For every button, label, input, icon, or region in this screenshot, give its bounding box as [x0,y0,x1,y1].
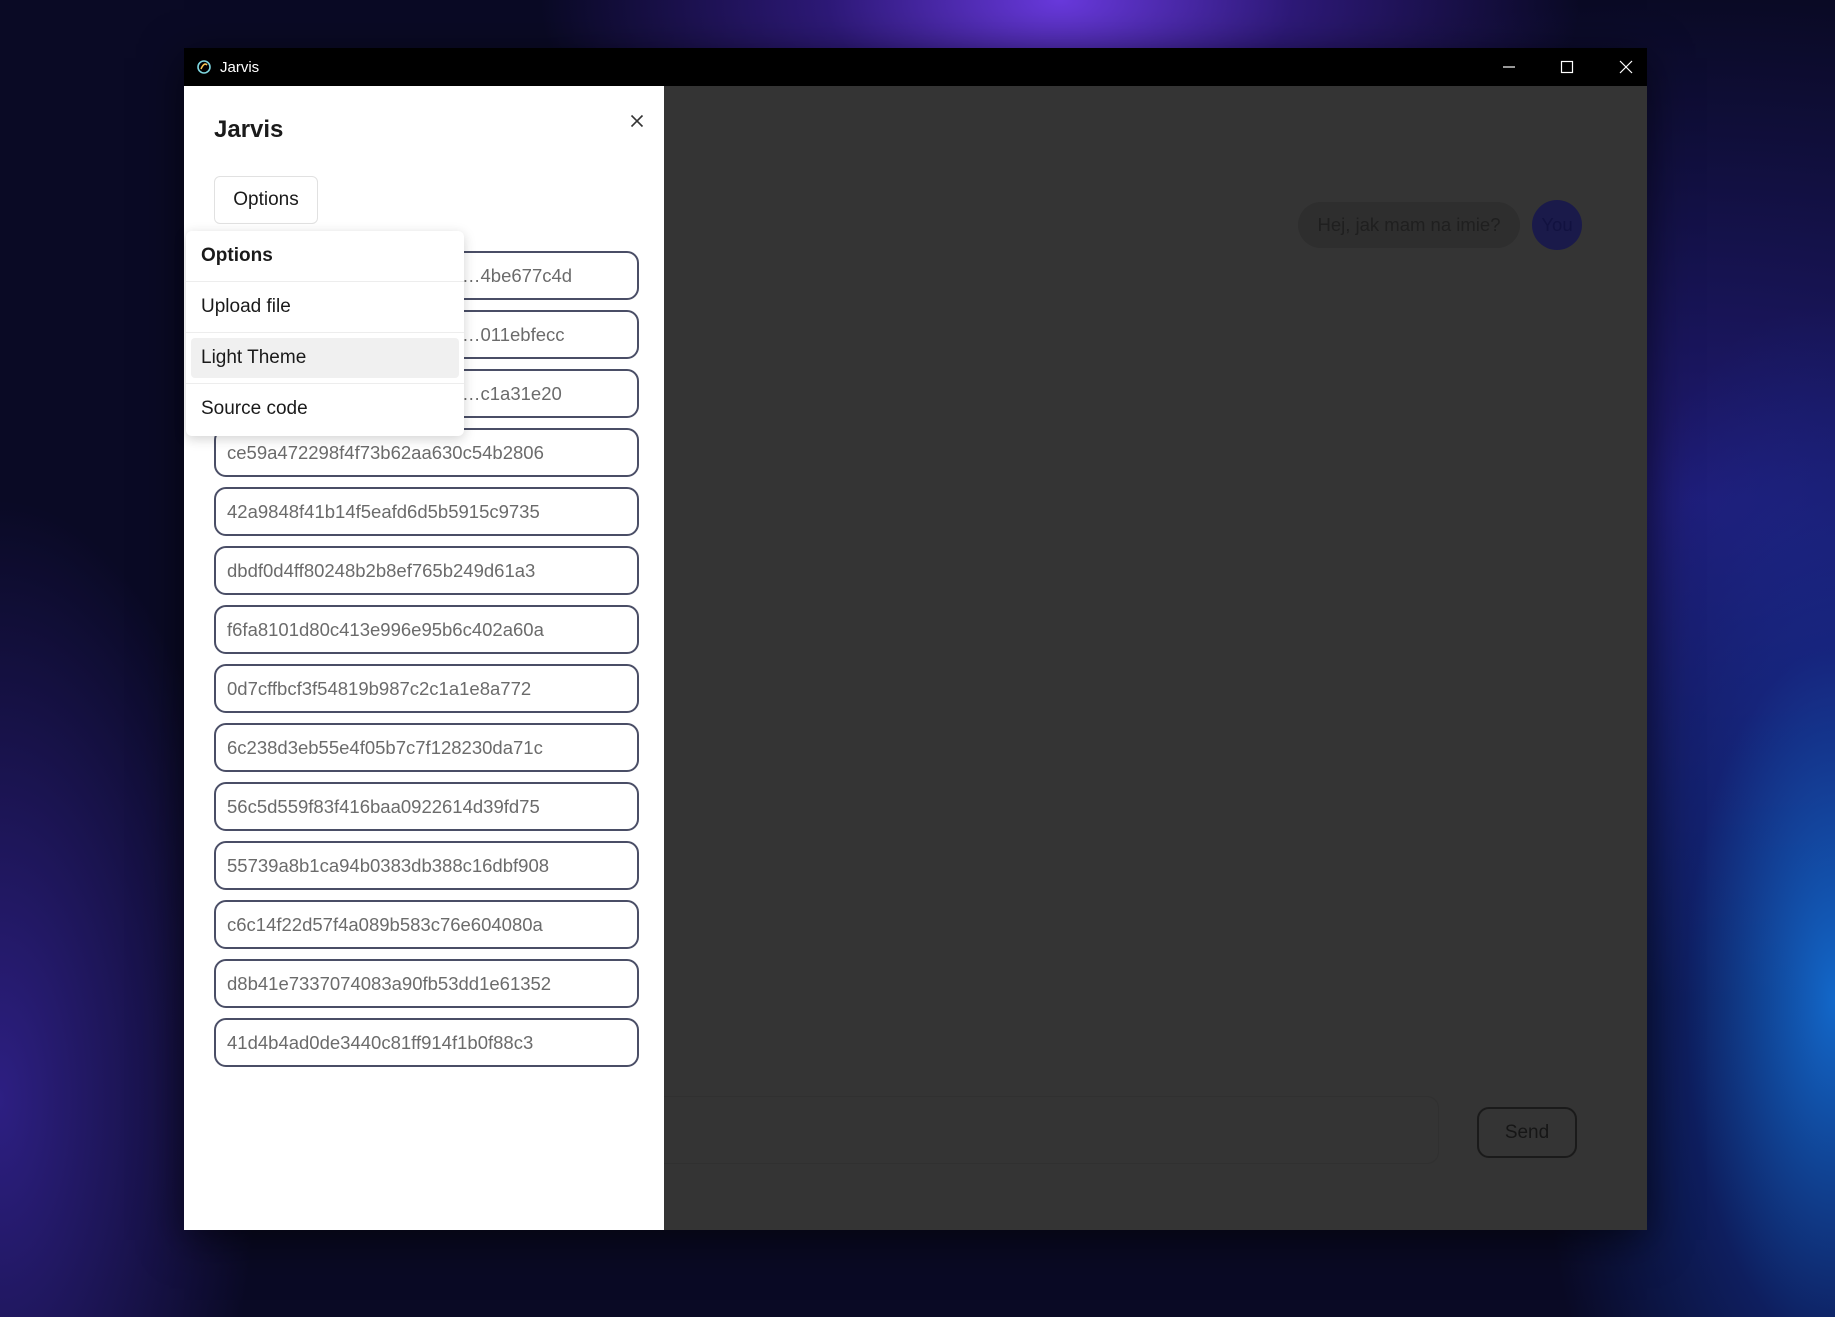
drawer-title: Jarvis [214,116,284,143]
maximize-button[interactable] [1538,48,1596,86]
menu-item-source-code[interactable]: Source code [191,389,459,429]
chat-item[interactable]: 42a9848f41b14f5eafd6d5b5915c9735 [214,487,639,536]
user-message-bubble: Hej, jak mam na imie? [1298,202,1520,248]
chat-item[interactable]: 6c238d3eb55e4f05b7c7f128230da71c [214,723,639,772]
app-window: Jarvis Hej, jak mam na imie? You Send Ja… [184,48,1647,1230]
options-menu: Options Upload file Light Theme Source c… [186,231,464,436]
avatar: You [1532,200,1582,250]
drawer-close-button[interactable] [622,106,652,136]
minimize-button[interactable] [1480,48,1538,86]
app-logo-icon [196,59,212,75]
chat-item[interactable]: d8b41e7337074083a90fb53dd1e61352 [214,959,639,1008]
options-button[interactable]: Options [214,176,318,224]
menu-header: Options [201,245,273,266]
chat-item[interactable]: 55739a8b1ca94b0383db388c16dbf908 [214,841,639,890]
chat-item[interactable]: dbdf0d4ff80248b2b8ef765b249d61a3 [214,546,639,595]
message-input[interactable] [664,1096,1439,1164]
chat-item[interactable]: 56c5d559f83f416baa0922614d39fd75 [214,782,639,831]
main-content: Hej, jak mam na imie? You Send Jarvis Op… [184,86,1647,1230]
chat-item[interactable]: c6c14f22d57f4a089b583c76e604080a [214,900,639,949]
close-icon [1619,60,1633,74]
minimize-icon [1503,66,1515,68]
sidebar-drawer: Jarvis Options …4be677c4d …011ebfecc …c1… [184,86,664,1230]
maximize-icon [1560,60,1574,74]
menu-divider [186,332,464,333]
window-title: Jarvis [220,58,260,76]
close-icon [630,114,644,128]
chat-item[interactable]: f6fa8101d80c413e996e95b6c402a60a [214,605,639,654]
chat-item[interactable]: 0d7cffbcf3f54819b987c2c1a1e8a772 [214,664,639,713]
menu-item-upload-file[interactable]: Upload file [191,287,459,327]
chat-item[interactable]: 41d4b4ad0de3440c81ff914f1b0f88c3 [214,1018,639,1067]
menu-divider [186,383,464,384]
title-bar[interactable]: Jarvis [184,48,1647,86]
close-window-button[interactable] [1597,48,1655,86]
menu-divider [186,281,464,282]
menu-item-light-theme[interactable]: Light Theme [191,338,459,378]
send-button[interactable]: Send [1477,1107,1577,1158]
